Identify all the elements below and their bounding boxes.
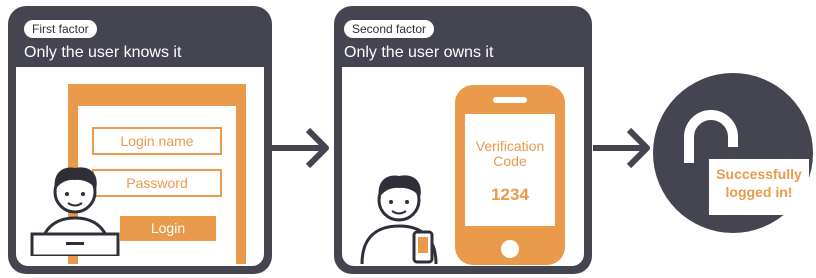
first-factor-content: Login name Password Login [16,67,264,266]
phone-home-button [501,240,519,258]
phone-screen: Verification Code 1234 [465,114,555,226]
second-factor-description: Only the user owns it [344,44,494,61]
verification-label: Verification Code [475,138,545,169]
login-name-label: Login name [94,129,220,153]
success-message: Successfully logged in! [716,166,802,200]
login-name-field[interactable]: Login name [92,127,222,155]
login-button[interactable]: Login [120,216,216,241]
phone-speaker [493,97,527,103]
arrow-right-icon [272,127,329,169]
second-factor-panel: Second factor Only the user owns it Veri… [334,6,592,274]
success-badge: Successfully logged in! [653,73,813,233]
user-with-phone-icon [360,175,438,264]
second-factor-content: Verification Code 1234 [342,67,584,266]
arrow-right-icon [593,127,650,169]
second-factor-tag: Second factor [344,20,435,38]
first-factor-panel: First factor Only the user knows it Logi… [8,6,272,274]
first-factor-description: Only the user knows it [24,44,182,61]
smartphone-icon: Verification Code 1234 [455,85,565,265]
user-at-laptop-icon [30,167,120,256]
first-factor-tag: First factor [24,20,97,38]
verification-code: 1234 [491,185,529,204]
